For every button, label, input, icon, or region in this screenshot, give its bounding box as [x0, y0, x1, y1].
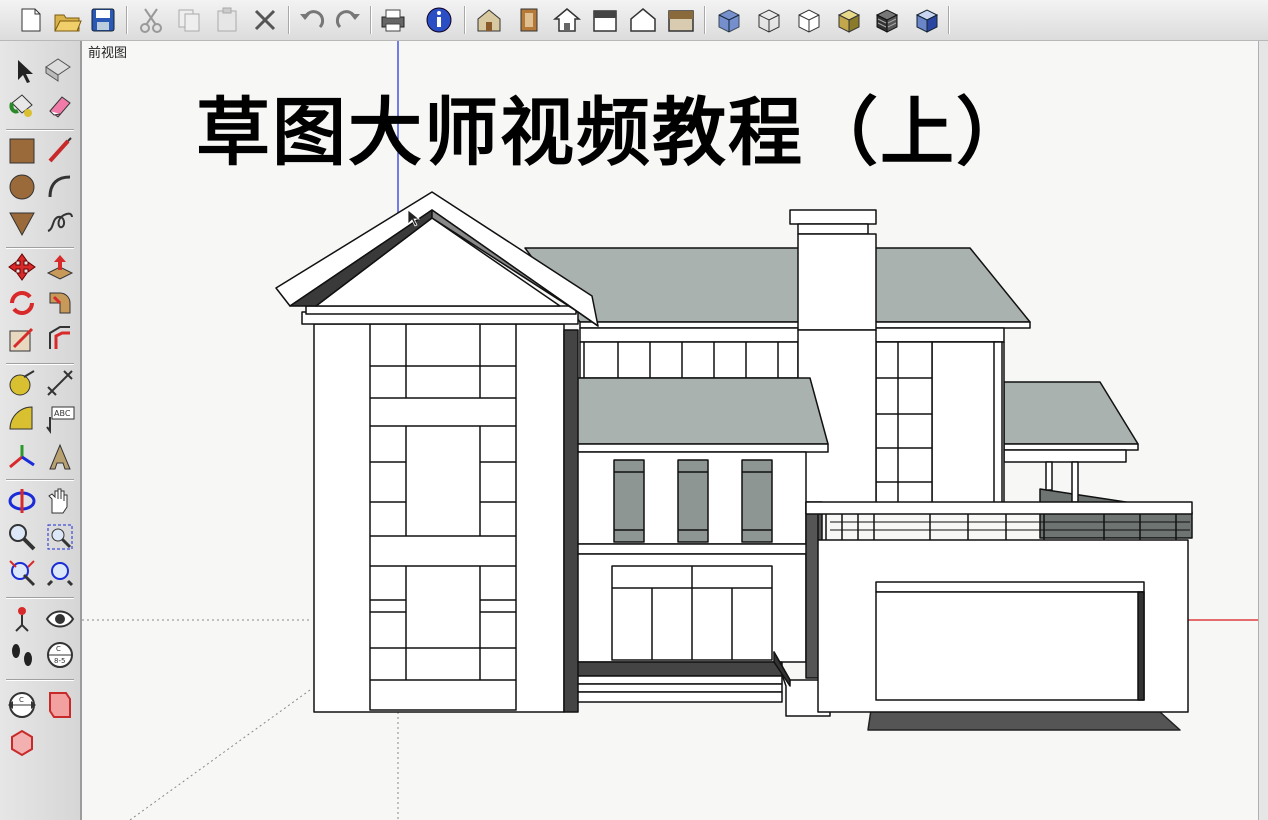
print-icon[interactable]	[378, 5, 408, 35]
arc-tool-icon[interactable]	[44, 171, 76, 203]
zoom-tool-icon[interactable]	[6, 521, 38, 553]
model-info-icon[interactable]	[424, 5, 454, 35]
garage-lintel	[875, 581, 1145, 593]
step-3	[565, 691, 783, 703]
paste-icon[interactable]	[212, 5, 242, 35]
move-tool-icon[interactable]	[6, 251, 38, 283]
left-window-stack	[369, 323, 517, 711]
right-column	[993, 341, 1003, 511]
svg-text:C: C	[56, 645, 61, 653]
save-icon[interactable]	[88, 5, 118, 35]
front-view-icon[interactable]	[552, 5, 582, 35]
protractor-tool-icon[interactable]	[6, 403, 38, 435]
green-axis-dotted	[129, 689, 311, 820]
shaded-textures-style-icon[interactable]	[872, 5, 902, 35]
middle-roof-fascia	[569, 443, 829, 453]
right-low-roof-fascia	[1003, 443, 1139, 451]
porch-shadow	[565, 661, 783, 677]
look-around-tool-icon[interactable]	[44, 603, 76, 635]
step-2	[565, 683, 783, 693]
top-view-icon[interactable]	[514, 5, 544, 35]
right-wing-post	[1045, 461, 1053, 491]
offset-tool-icon[interactable]	[44, 323, 76, 355]
garage-door-jamb	[1137, 591, 1145, 701]
rectangle-tool-icon[interactable]	[6, 135, 38, 167]
svg-text:8-5: 8-5	[54, 657, 65, 665]
rotate-tool-icon[interactable]	[6, 287, 38, 319]
freehand-tool-icon[interactable]	[44, 207, 76, 239]
back-view-icon[interactable]	[628, 5, 658, 35]
right-wing-beam	[1003, 449, 1127, 463]
dimension-tool-icon[interactable]	[44, 367, 76, 399]
new-file-icon[interactable]	[16, 5, 46, 35]
middle-cornice	[565, 543, 813, 555]
pan-tool-icon[interactable]	[44, 485, 76, 517]
main-roof	[524, 247, 1031, 323]
left-block-shade	[563, 329, 579, 713]
scale-tool-icon[interactable]	[6, 323, 38, 355]
chimney-cap-base	[797, 223, 869, 235]
upper-beam	[579, 327, 1005, 343]
polygon-tool-icon[interactable]	[6, 207, 38, 239]
right-tall-window	[875, 341, 933, 511]
chimney-top	[797, 233, 877, 331]
walk-tool-icon[interactable]	[6, 639, 38, 671]
right-low-roof	[1003, 381, 1139, 445]
window-right-border	[1258, 41, 1268, 820]
large-tool-set: ABC C 8-5 C	[0, 41, 82, 820]
right-view-icon[interactable]	[590, 5, 620, 35]
follow-me-tool-icon[interactable]	[44, 287, 76, 319]
chimney-cap	[789, 209, 877, 225]
line-tool-icon[interactable]	[44, 135, 76, 167]
right-wing-post-2	[1071, 461, 1079, 503]
step-1	[565, 675, 783, 685]
axes-tool-icon[interactable]	[6, 441, 38, 473]
redo-icon[interactable]	[334, 5, 364, 35]
garage-door	[875, 591, 1145, 701]
text-tool-icon[interactable]: ABC	[44, 403, 76, 435]
3d-text-tool-icon[interactable]	[44, 441, 76, 473]
copy-icon[interactable]	[174, 5, 204, 35]
section-cut-tool-icon[interactable]	[44, 689, 76, 721]
open-file-icon[interactable]	[52, 5, 82, 35]
zoom-extents-tool-icon[interactable]	[6, 557, 38, 589]
iso-view-icon[interactable]	[474, 5, 504, 35]
tape-measure-tool-icon[interactable]	[6, 367, 38, 399]
shaded-style-icon[interactable]	[834, 5, 864, 35]
cut-icon[interactable]	[136, 5, 166, 35]
previous-view-tool-icon[interactable]	[44, 557, 76, 589]
eraser-tool-icon[interactable]	[44, 89, 76, 121]
wireframe-style-icon[interactable]	[754, 5, 784, 35]
monochrome-style-icon[interactable]	[912, 5, 942, 35]
upper-window-band	[579, 341, 799, 379]
balcony-rail-top	[805, 501, 1193, 515]
orbit-tool-icon[interactable]	[6, 485, 38, 517]
section-plane-tool-icon[interactable]: C 8-5	[44, 639, 76, 671]
erase-selection-icon[interactable]	[250, 5, 280, 35]
make-component-tool-icon[interactable]	[42, 53, 74, 85]
tutorial-title-overlay: 草图大师视频教程（上）	[196, 90, 1032, 176]
drawing-viewport[interactable]: 前视图 草图大师视频教程（上）	[82, 41, 1258, 820]
left-cornice-top	[305, 305, 577, 315]
middle-roof	[569, 377, 829, 445]
svg-text:ABC: ABC	[54, 409, 71, 418]
circle-tool-icon[interactable]	[6, 171, 38, 203]
push-pull-tool-icon[interactable]	[44, 251, 76, 283]
svg-text:C: C	[19, 696, 24, 704]
position-camera-tool-icon[interactable]	[6, 603, 38, 635]
hidden-line-style-icon[interactable]	[794, 5, 824, 35]
xray-style-icon[interactable]	[714, 5, 744, 35]
right-upper-bay	[931, 341, 999, 511]
left-view-icon[interactable]	[666, 5, 696, 35]
paint-bucket-tool-icon[interactable]	[6, 89, 38, 121]
undo-icon[interactable]	[296, 5, 326, 35]
view-name-label: 前视图	[88, 46, 128, 61]
main-toolbar	[0, 0, 1268, 41]
zoom-window-tool-icon[interactable]	[44, 521, 76, 553]
component-tool-icon[interactable]	[6, 727, 38, 759]
select-tool-icon[interactable]	[8, 55, 40, 87]
section-display-tool-icon[interactable]: C	[6, 689, 38, 721]
